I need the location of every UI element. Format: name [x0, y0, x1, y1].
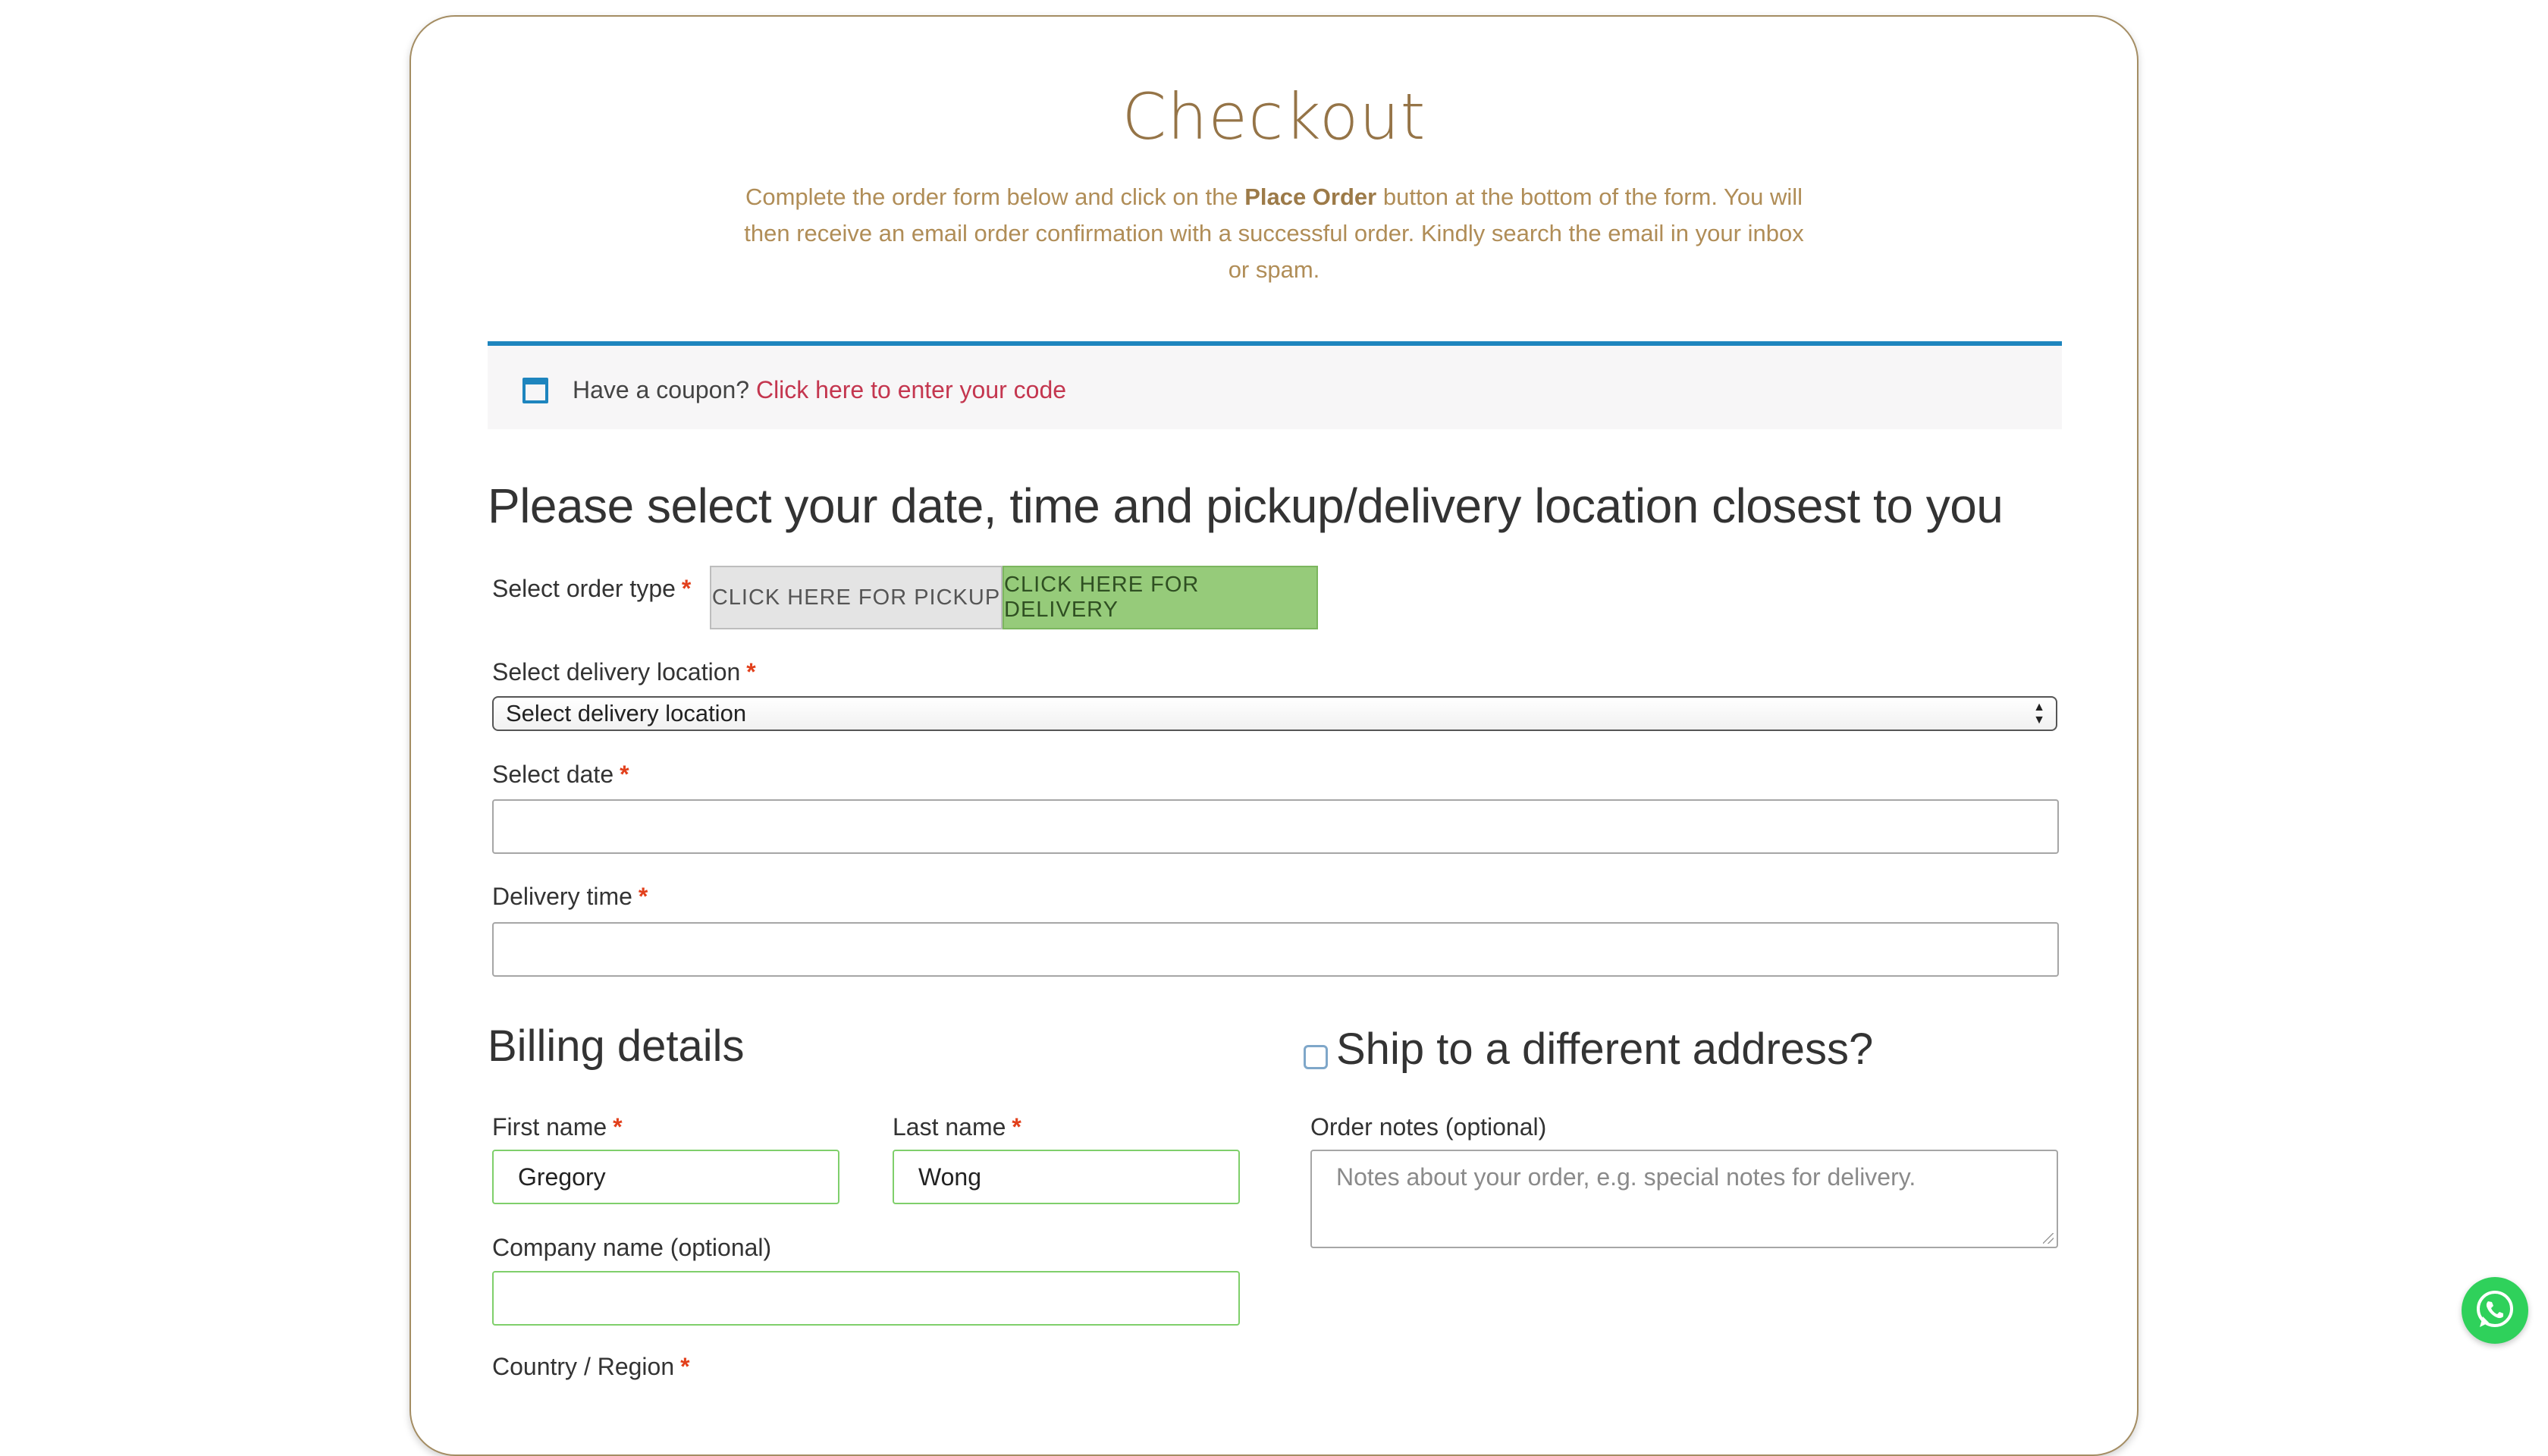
- billing-heading: Billing details: [488, 1021, 745, 1071]
- required-marker: *: [746, 658, 756, 686]
- order-type-label: Select order type *: [492, 575, 691, 603]
- delivery-time-label: Delivery time *: [492, 883, 648, 911]
- order-notes-label: Order notes (optional): [1310, 1113, 1547, 1141]
- first-name-label: First name *: [492, 1113, 623, 1141]
- order-type-label-text: Select order type: [492, 575, 676, 602]
- delivery-time-label-text: Delivery time: [492, 883, 632, 910]
- delivery-location-selected: Select delivery location: [506, 700, 747, 726]
- ship-different-address-checkbox[interactable]: [1304, 1045, 1328, 1069]
- last-name-label: Last name *: [893, 1113, 1021, 1141]
- required-marker: *: [620, 761, 629, 788]
- required-marker: *: [1012, 1113, 1021, 1141]
- ship-heading: Ship to a different address?: [1336, 1025, 1874, 1074]
- intro-place-order-bold: Place Order: [1244, 184, 1377, 210]
- country-region-label: Country / Region *: [492, 1353, 690, 1381]
- coupon-text: Have a coupon? Click here to enter your …: [573, 376, 1066, 404]
- select-arrows-icon: ▲ ▼: [2033, 701, 2045, 726]
- last-name-label-text: Last name: [893, 1113, 1006, 1141]
- order-notes-placeholder: Notes about your order, e.g. special not…: [1336, 1163, 1916, 1191]
- order-section-heading: Please select your date, time and pickup…: [488, 479, 2004, 533]
- delivery-button[interactable]: CLICK HERE FOR DELIVERY: [1003, 566, 1318, 629]
- coupon-prompt: Have a coupon?: [573, 376, 750, 403]
- resize-grip-icon[interactable]: [2043, 1233, 2054, 1244]
- page-title: Checkout: [1122, 80, 1426, 154]
- delivery-time-input[interactable]: [492, 922, 2059, 977]
- calendar-window-icon: [522, 378, 548, 403]
- date-label: Select date *: [492, 761, 629, 789]
- delivery-location-label: Select delivery location *: [492, 658, 756, 686]
- date-input[interactable]: [492, 799, 2059, 854]
- required-marker: *: [681, 575, 692, 602]
- company-name-label: Company name (optional): [492, 1234, 772, 1261]
- order-notes-textarea[interactable]: Notes about your order, e.g. special not…: [1310, 1150, 2058, 1248]
- required-marker: *: [638, 883, 648, 910]
- delivery-location-select[interactable]: Select delivery location ▲ ▼: [492, 696, 2057, 731]
- pickup-button[interactable]: CLICK HERE FOR PICKUP: [710, 566, 1003, 629]
- coupon-link[interactable]: Click here to enter your code: [756, 376, 1066, 403]
- whatsapp-icon: [2477, 1291, 2513, 1327]
- delivery-location-label-text: Select delivery location: [492, 658, 741, 686]
- country-region-label-text: Country / Region: [492, 1353, 675, 1380]
- intro-text: Complete the order form below and click …: [743, 179, 1805, 288]
- required-marker: *: [613, 1113, 623, 1141]
- intro-text-part1: Complete the order form below and click …: [745, 184, 1245, 210]
- company-name-input[interactable]: [492, 1271, 1240, 1326]
- date-label-text: Select date: [492, 761, 614, 788]
- coupon-notice: Have a coupon? Click here to enter your …: [488, 341, 2062, 429]
- last-name-input[interactable]: Wong: [893, 1150, 1240, 1204]
- required-marker: *: [680, 1353, 690, 1380]
- first-name-input[interactable]: Gregory: [492, 1150, 839, 1204]
- whatsapp-chat-button[interactable]: [2462, 1277, 2528, 1344]
- first-name-label-text: First name: [492, 1113, 607, 1141]
